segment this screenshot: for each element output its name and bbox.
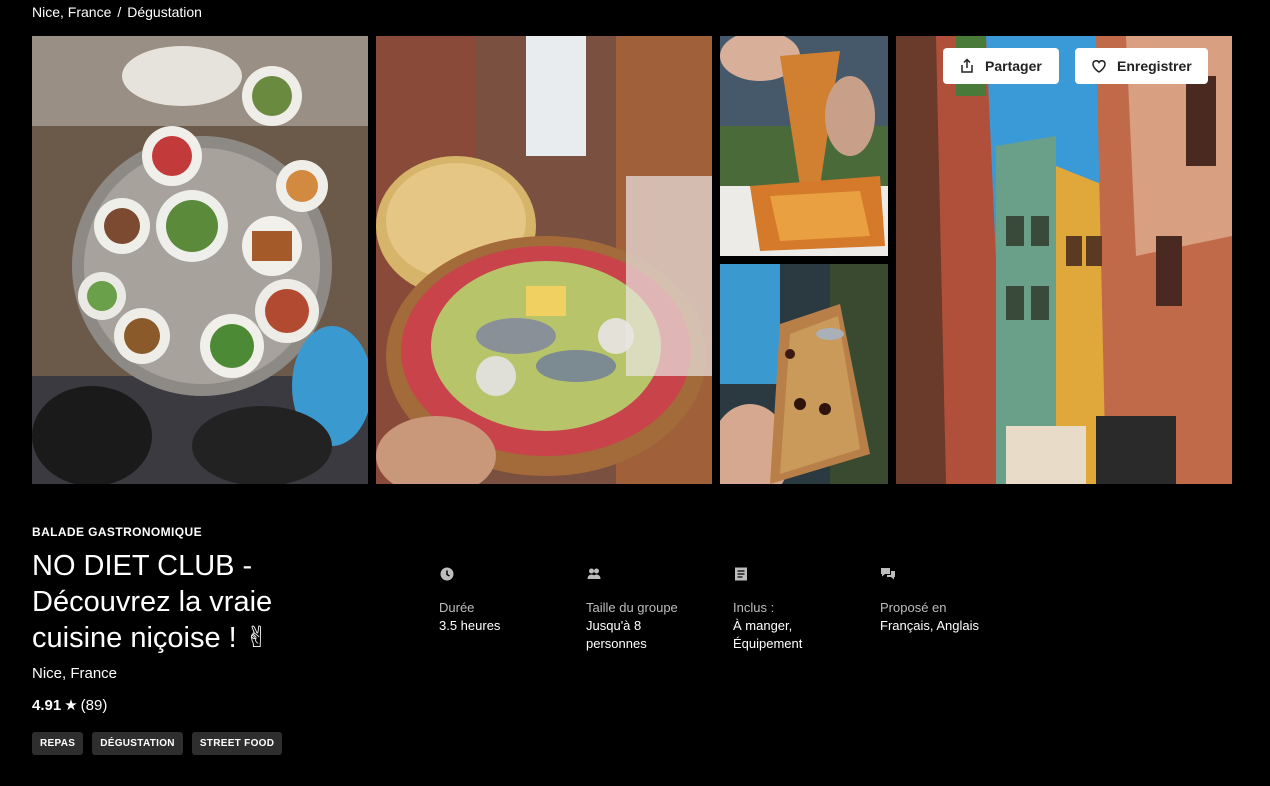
detail-languages-value: Français, Anglais (880, 618, 979, 633)
detail-duration-label: Durée (439, 600, 475, 615)
chat-icon (881, 568, 895, 580)
experience-title: NO DIET CLUB - Découvrez la vraie cuisin… (32, 550, 273, 654)
detail-included-value: À manger, Équipement (733, 618, 803, 651)
tag-repas: REPAS (32, 732, 84, 755)
detail-group-size-value: Jusqu'à 8 personnes (586, 618, 647, 651)
tag-list: REPAS DÉGUSTATION STREET FOOD (32, 732, 283, 755)
tag-degustation: DÉGUSTATION (92, 732, 183, 755)
tag-street-food: STREET FOOD (191, 732, 283, 755)
pissaladiere-photo[interactable] (720, 264, 888, 484)
breadcrumb-link-current[interactable]: Dégustation (127, 4, 202, 20)
detail-included-label: Inclus : (733, 600, 775, 615)
detail-group-size-label: Taille du groupe (586, 600, 678, 615)
detail-duration: Durée 3.5 heures (439, 566, 500, 635)
group-icon (587, 568, 601, 579)
review-count: (89) (80, 696, 108, 714)
detail-included: Inclus : À manger, Équipement (733, 566, 823, 653)
rating-score: 4.91 (32, 696, 62, 714)
pan-bagnat-photo[interactable] (376, 36, 712, 484)
breadcrumb-link-city[interactable]: Nice, France (32, 4, 111, 20)
share-button[interactable]: Partager (943, 48, 1059, 84)
photo-gallery (32, 36, 1232, 484)
old-town-street-photo[interactable] (896, 36, 1232, 484)
experience-page: Nice, France / Dégustation Partager Enre… (0, 0, 1270, 786)
save-button[interactable]: Enregistrer (1075, 48, 1208, 84)
star-icon: ★ (64, 697, 78, 714)
breadcrumb: Nice, France / Dégustation (32, 4, 202, 20)
experience-category: BALADE GASTRONOMIQUE (32, 525, 202, 539)
rating[interactable]: 4.91 ★ (89) (32, 696, 108, 715)
receipt-icon (735, 567, 747, 581)
detail-languages: Proposé en Français, Anglais (880, 566, 979, 635)
share-icon (961, 58, 973, 73)
share-label: Partager (985, 58, 1042, 74)
table-meal-photo[interactable] (32, 36, 368, 484)
clock-icon (440, 567, 454, 581)
detail-duration-value: 3.5 heures (439, 618, 501, 633)
detail-languages-label: Proposé en (880, 600, 947, 615)
heart-icon (1092, 60, 1106, 73)
detail-group-size: Taille du groupe Jusqu'à 8 personnes (586, 566, 678, 653)
breadcrumb-separator: / (117, 4, 122, 20)
experience-location: Nice, France (32, 665, 118, 682)
save-label: Enregistrer (1117, 58, 1192, 74)
socca-photo[interactable] (720, 36, 888, 256)
